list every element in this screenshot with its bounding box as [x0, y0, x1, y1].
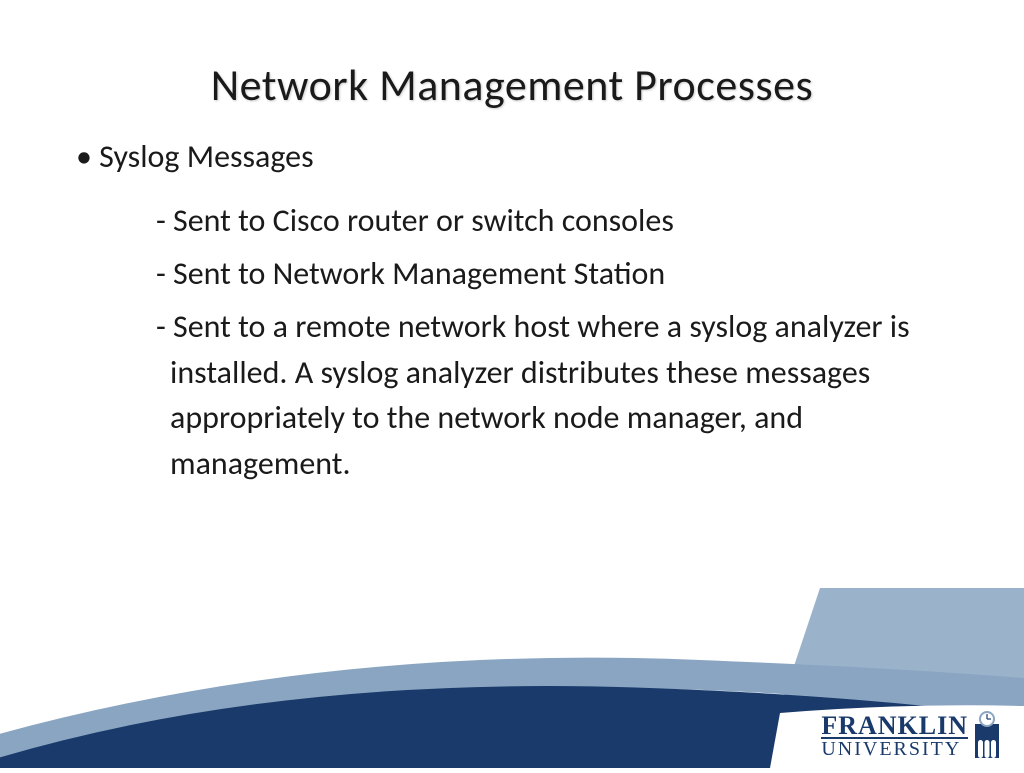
- logo-tower-icon: [972, 710, 1002, 758]
- logo-text-line2: UNIVERSITY: [821, 740, 968, 758]
- slide-title: Network Management Processes: [0, 0, 1024, 136]
- sub-points-list: - Sent to Cisco router or switch console…: [76, 198, 964, 487]
- sub-point: - Sent to a remote network host where a …: [156, 304, 934, 486]
- sub-point: - Sent to Cisco router or switch console…: [156, 198, 934, 243]
- bullet-main: Syslog Messages: [76, 136, 964, 178]
- content-area: Syslog Messages - Sent to Cisco router o…: [0, 136, 1024, 486]
- logo-text-line1: FRANKLIN: [821, 714, 968, 739]
- university-logo: FRANKLIN UNIVERSITY: [821, 710, 1002, 758]
- sub-point: - Sent to Network Management Station: [156, 251, 934, 296]
